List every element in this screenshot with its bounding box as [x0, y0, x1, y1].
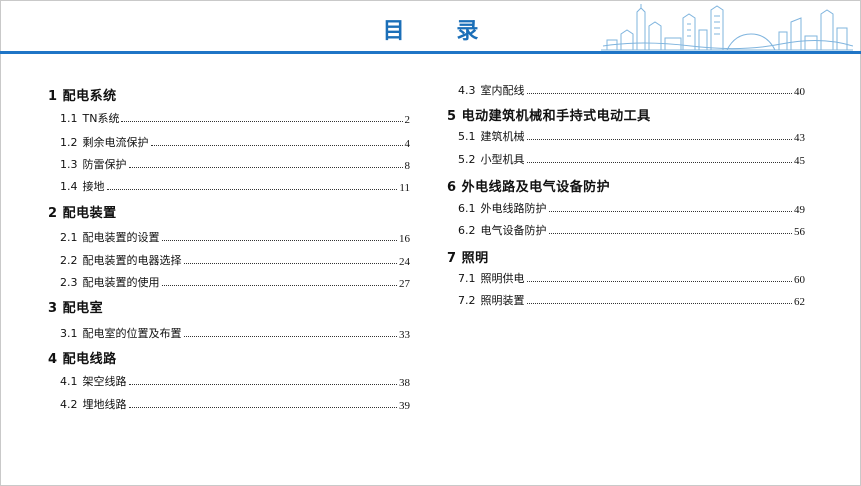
- dot-leader: [526, 138, 792, 140]
- city-skyline-illustration: [601, 4, 853, 51]
- toc-section[interactable]: 3.1 配电室的位置及布置 33: [60, 325, 410, 341]
- toc-section[interactable]: 4.1 架空线路 38: [60, 373, 410, 389]
- page-number: 60: [794, 274, 805, 286]
- page-number: 56: [794, 226, 805, 238]
- toc-chapter[interactable]: 5 电动建筑机械和手持式电动工具: [447, 105, 651, 124]
- dot-leader: [128, 406, 397, 408]
- page-number: 11: [399, 182, 410, 194]
- dot-leader: [526, 92, 792, 94]
- toc-chapter[interactable]: 6 外电线路及电气设备防护: [447, 176, 610, 195]
- page-number: 2: [404, 114, 411, 126]
- toc-section[interactable]: 1.2 剩余电流保护 4: [60, 134, 410, 150]
- toc-chapter[interactable]: 1 配电系统: [48, 85, 117, 104]
- dot-leader: [526, 280, 792, 282]
- page-number: 40: [794, 86, 805, 98]
- toc-section[interactable]: 2.1 配电装置的设置 16: [60, 229, 410, 245]
- dot-leader: [183, 335, 397, 337]
- header: 目 录: [0, 0, 861, 56]
- page-number: 16: [399, 233, 410, 245]
- toc-section[interactable]: 7.1 照明供电 60: [458, 270, 805, 286]
- toc-section[interactable]: 1.1 TN系统 2: [60, 110, 410, 126]
- dot-leader: [106, 188, 398, 190]
- page-number: 33: [399, 329, 410, 341]
- toc-chapter[interactable]: 3 配电室: [48, 297, 103, 316]
- page-number: 27: [399, 278, 410, 290]
- dot-leader: [526, 302, 792, 304]
- toc-section[interactable]: 4.2 埋地线路 39: [60, 396, 410, 412]
- page-number: 38: [399, 377, 410, 389]
- dot-leader: [121, 120, 403, 122]
- page-number: 8: [404, 160, 411, 172]
- page-number: 39: [399, 400, 410, 412]
- toc-chapter[interactable]: 2 配电装置: [48, 202, 117, 221]
- toc-section[interactable]: 6.1 外电线路防护 49: [458, 200, 805, 216]
- dot-leader: [548, 210, 792, 212]
- toc-section[interactable]: 5.1 建筑机械 43: [458, 128, 805, 144]
- dot-leader: [150, 144, 403, 146]
- dot-leader: [526, 161, 792, 163]
- toc-section[interactable]: 2.2 配电装置的电器选择 24: [60, 252, 410, 268]
- dot-leader: [548, 232, 792, 234]
- dot-leader: [161, 239, 397, 241]
- toc-section[interactable]: 5.2 小型机具 45: [458, 151, 805, 167]
- page-number: 45: [794, 155, 805, 167]
- toc-section[interactable]: 4.3 室内配线 40: [458, 82, 805, 98]
- dot-leader: [128, 166, 403, 168]
- page-number: 4: [404, 138, 411, 150]
- toc-section[interactable]: 6.2 电气设备防护 56: [458, 222, 805, 238]
- page-number: 43: [794, 132, 805, 144]
- toc-section[interactable]: 7.2 照明装置 62: [458, 292, 805, 308]
- dot-leader: [161, 284, 397, 286]
- page-number: 49: [794, 204, 805, 216]
- page-number: 24: [399, 256, 410, 268]
- toc-section[interactable]: 2.3 配电装置的使用 27: [60, 274, 410, 290]
- toc-chapter[interactable]: 7 照明: [447, 247, 489, 266]
- dot-leader: [128, 383, 397, 385]
- toc-chapter[interactable]: 4 配电线路: [48, 348, 117, 367]
- toc-section[interactable]: 1.3 防雷保护 8: [60, 156, 410, 172]
- page-number: 62: [794, 296, 805, 308]
- dot-leader: [183, 262, 397, 264]
- toc-section[interactable]: 1.4 接地 11: [60, 178, 410, 194]
